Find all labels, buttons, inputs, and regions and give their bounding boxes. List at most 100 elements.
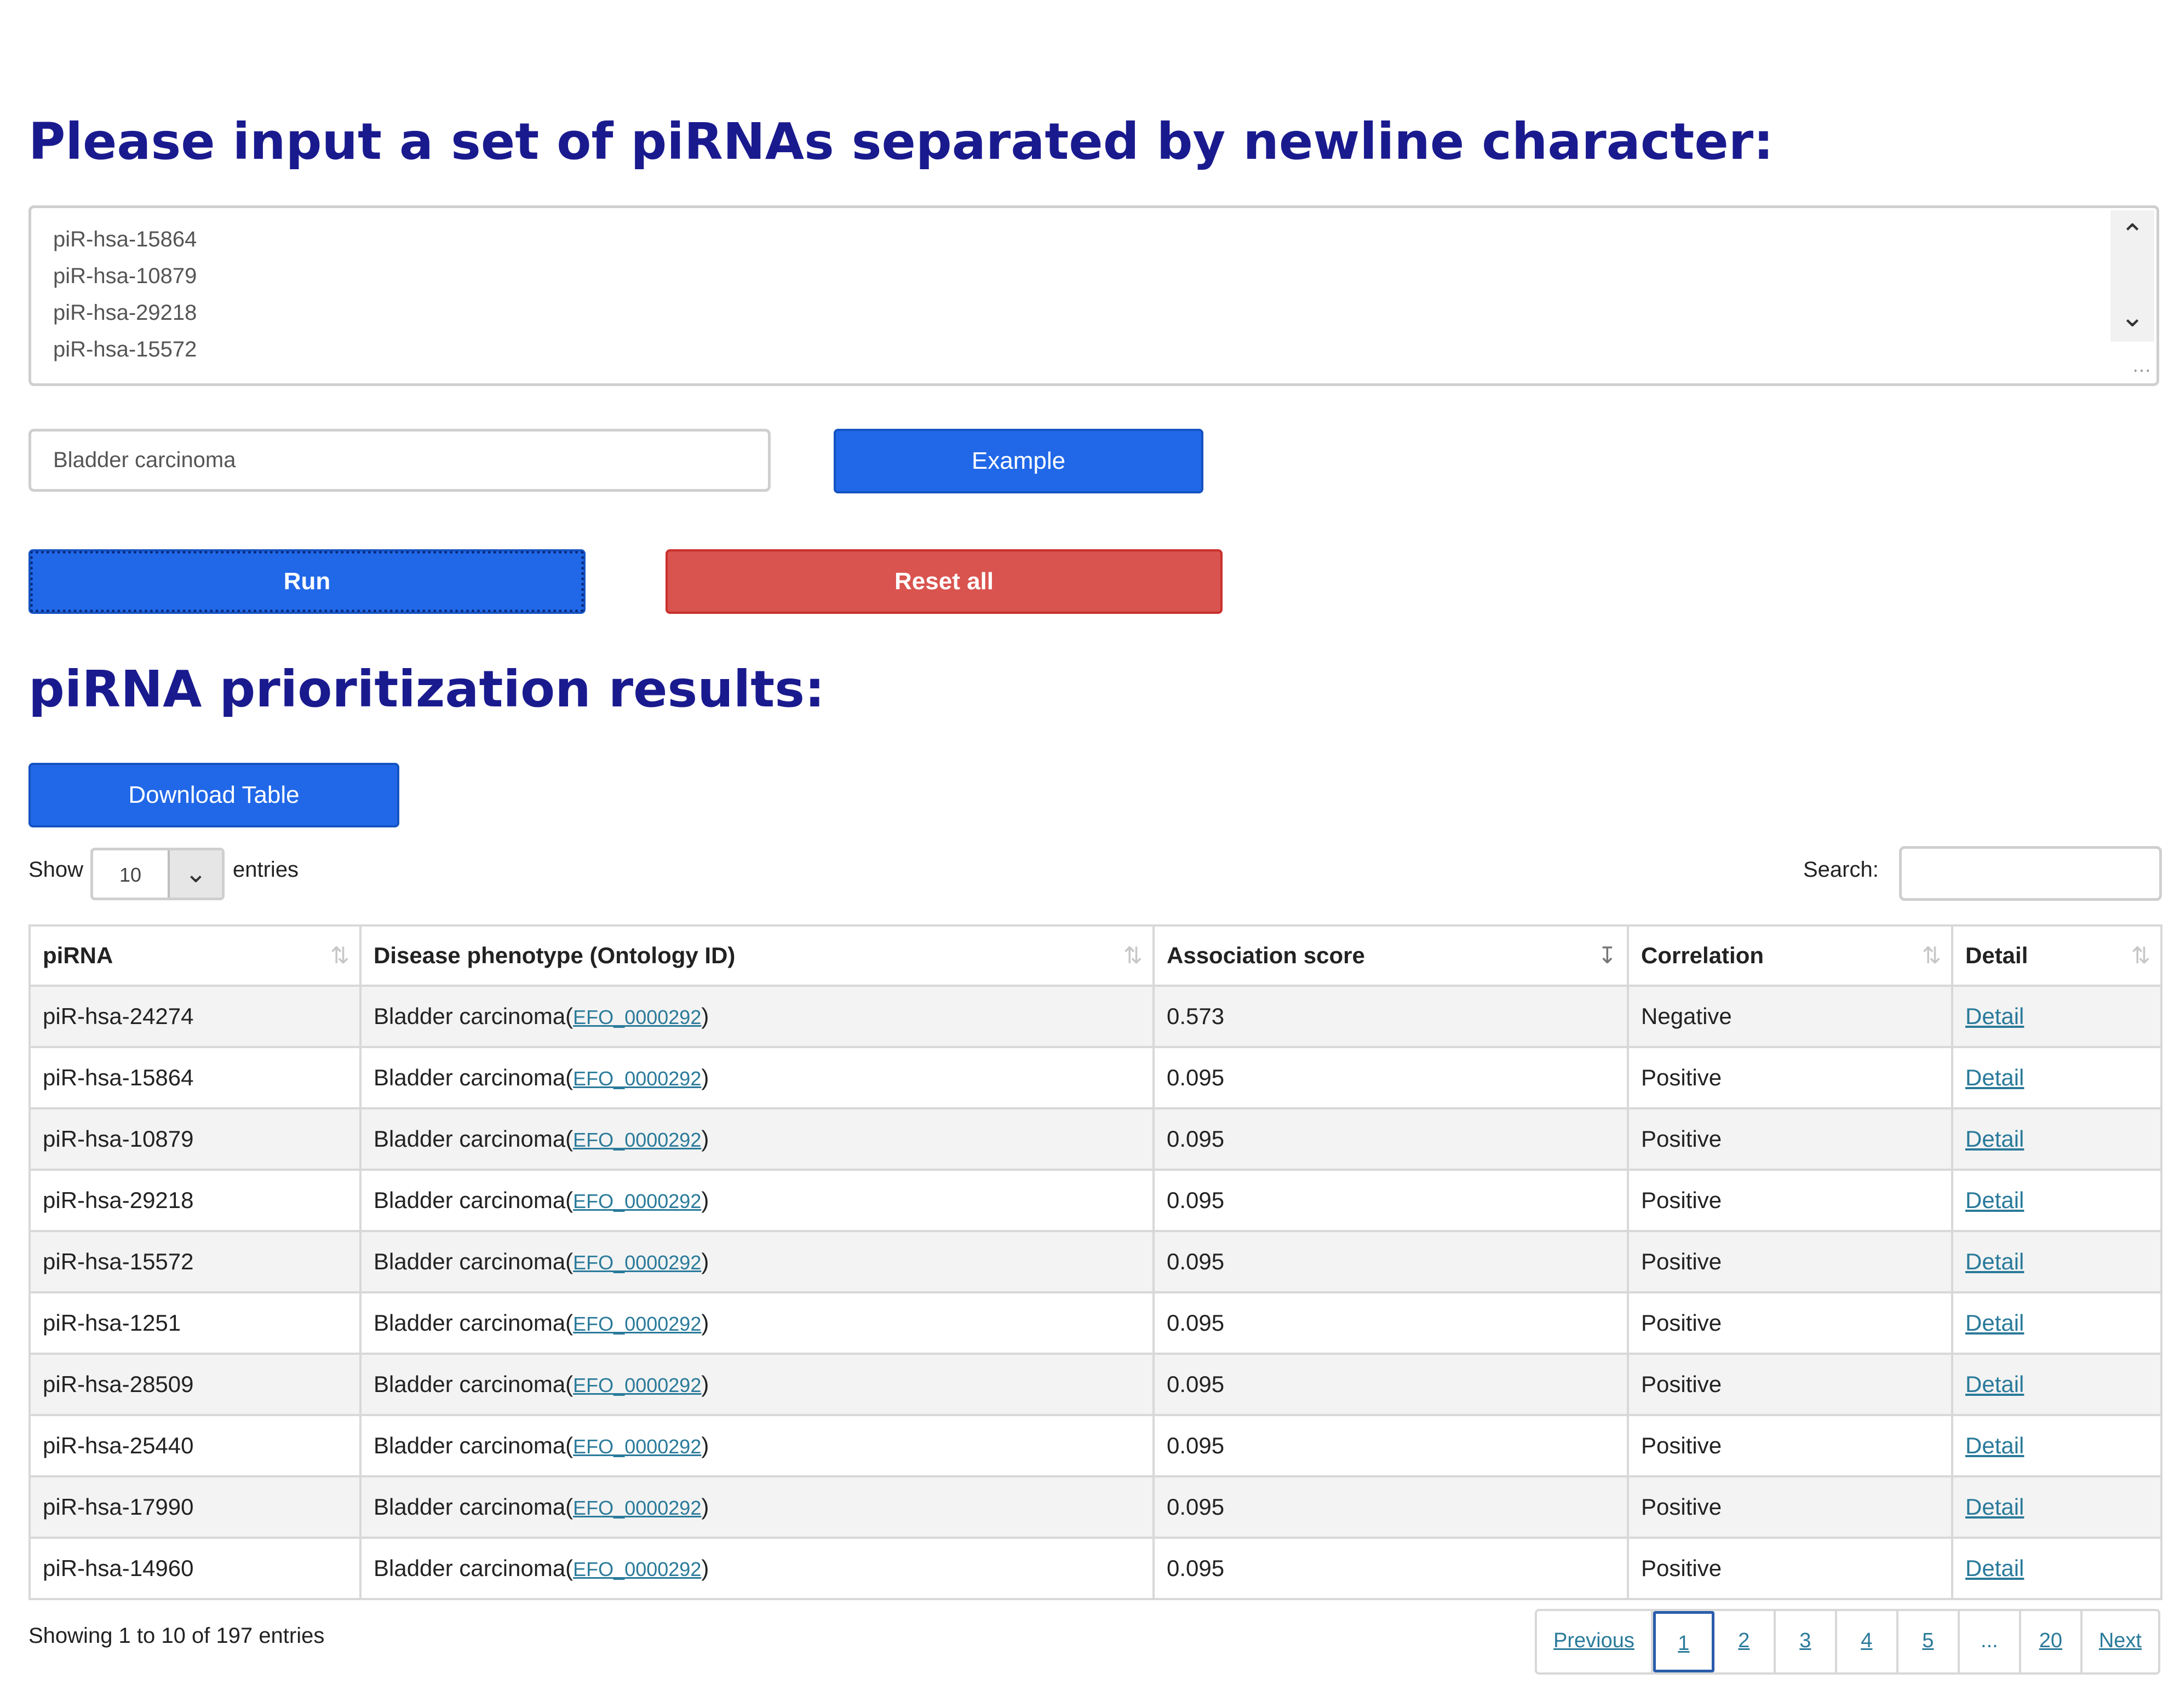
column-header-score[interactable]: Association score ↧ (1152, 924, 1629, 987)
disease-name: Bladder carcinoma (374, 1371, 566, 1397)
sort-icon: ⇅ (1921, 942, 1941, 968)
search-input[interactable] (1899, 846, 2162, 901)
ontology-id-link[interactable]: EFO_0000292 (573, 1006, 701, 1028)
table-row: piR-hsa-15572 Bladder carcinoma(EFO_0000… (28, 1230, 2162, 1293)
entries-length-select[interactable]: 10 ⌄ (90, 848, 225, 900)
example-button[interactable]: Example (834, 429, 1203, 493)
detail-link[interactable]: Detail (1965, 1249, 2024, 1274)
disease-name: Bladder carcinoma (374, 1187, 566, 1213)
detail-link[interactable]: Detail (1965, 1310, 2024, 1336)
sort-icon: ⇅ (1123, 942, 1143, 968)
score-cell: 0.095 (1152, 1414, 1629, 1477)
ontology-id-link[interactable]: EFO_0000292 (573, 1190, 701, 1212)
entries-label: entries (233, 858, 299, 882)
chevron-up-icon[interactable]: ⌃ (2110, 216, 2154, 254)
page-button-5[interactable]: 5 (1898, 1611, 1960, 1672)
detail-cell: Detail (1951, 1353, 2162, 1416)
reset-all-button[interactable]: Reset all (666, 549, 1223, 614)
detail-link[interactable]: Detail (1965, 1126, 2024, 1152)
detail-link[interactable]: Detail (1965, 1003, 2024, 1029)
detail-link[interactable]: Detail (1965, 1494, 2024, 1520)
table-header-row: piRNA ⇅ Disease phenotype (Ontology ID) ⇅ … (28, 924, 2162, 987)
entries-length-value: 10 (119, 864, 142, 886)
disease-name: Bladder carcinoma (374, 1310, 566, 1336)
textarea-scrollbar[interactable]: ⌃ ⌄ (2110, 210, 2154, 342)
detail-link[interactable]: Detail (1965, 1187, 2024, 1213)
correlation-cell: Positive (1627, 1046, 1953, 1109)
page-button-1[interactable]: 1 (1653, 1611, 1714, 1672)
detail-link[interactable]: Detail (1965, 1371, 2024, 1397)
column-header-label: Disease phenotype (Ontology ID) (374, 942, 736, 968)
disease-cell: Bladder carcinoma(EFO_0000292) (359, 1169, 1155, 1232)
table-info: Showing 1 to 10 of 197 entries (28, 1624, 325, 1648)
table-row: piR-hsa-17990 Bladder carcinoma(EFO_0000… (28, 1475, 2162, 1539)
ontology-id-link[interactable]: EFO_0000292 (573, 1067, 701, 1090)
input-heading: Please input a set of piRNAs separated b… (28, 112, 1774, 171)
next-page-button[interactable]: Next (2083, 1611, 2158, 1672)
correlation-cell: Positive (1627, 1107, 1953, 1171)
detail-link[interactable]: Detail (1965, 1433, 2024, 1458)
ontology-id-link[interactable]: EFO_0000292 (573, 1313, 701, 1335)
pagination-ellipsis: ... (1960, 1611, 2021, 1672)
detail-cell: Detail (1951, 1475, 2162, 1539)
detail-cell: Detail (1951, 1537, 2162, 1600)
ontology-id-link[interactable]: EFO_0000292 (573, 1129, 701, 1151)
textarea-content: piR-hsa-15864 piR-hsa-10879 piR-hsa-2921… (53, 221, 197, 368)
table-row: piR-hsa-1251 Bladder carcinoma(EFO_00002… (28, 1291, 2162, 1355)
correlation-cell: Positive (1627, 1537, 1953, 1600)
results-heading: piRNA prioritization results: (28, 660, 825, 718)
column-header-pirna[interactable]: piRNA ⇅ (28, 924, 362, 987)
table-row: piR-hsa-25440 Bladder carcinoma(EFO_0000… (28, 1414, 2162, 1477)
pirna-cell: piR-hsa-15864 (28, 1046, 362, 1109)
ontology-id-link[interactable]: EFO_0000292 (573, 1497, 701, 1519)
disease-name: Bladder carcinoma (374, 1003, 566, 1029)
disease-input[interactable]: Bladder carcinoma (28, 429, 771, 492)
disease-name: Bladder carcinoma (374, 1249, 566, 1274)
disease-name: Bladder carcinoma (374, 1126, 566, 1152)
resize-grip-icon[interactable]: ⋯ (2132, 361, 2151, 380)
correlation-cell: Positive (1627, 1230, 1953, 1293)
pirna-cell: piR-hsa-29218 (28, 1169, 362, 1232)
textarea-line: piR-hsa-15572 (53, 337, 197, 361)
column-header-correlation[interactable]: Correlation ⇅ (1627, 924, 1953, 987)
chevron-down-icon[interactable]: ⌄ (168, 850, 222, 898)
textarea-line: piR-hsa-10879 (53, 264, 197, 288)
disease-cell: Bladder carcinoma(EFO_0000292) (359, 1107, 1155, 1171)
column-header-detail[interactable]: Detail ⇅ (1951, 924, 2162, 987)
table-row: piR-hsa-28509 Bladder carcinoma(EFO_0000… (28, 1353, 2162, 1416)
column-header-label: Detail (1965, 942, 2028, 968)
show-label: Show (28, 858, 84, 882)
correlation-cell: Positive (1627, 1475, 1953, 1539)
score-cell: 0.095 (1152, 1107, 1629, 1171)
table-row: piR-hsa-14960 Bladder carcinoma(EFO_0000… (28, 1537, 2162, 1600)
pagination: Previous 1 2 3 4 5 ... 20 Next (1535, 1609, 2160, 1675)
page-button-4[interactable]: 4 (1837, 1611, 1898, 1672)
previous-page-button[interactable]: Previous (1537, 1611, 1653, 1672)
detail-link[interactable]: Detail (1965, 1065, 2024, 1090)
sort-desc-icon: ↧ (1597, 942, 1617, 968)
detail-cell: Detail (1951, 1291, 2162, 1355)
download-table-button[interactable]: Download Table (28, 763, 399, 827)
disease-cell: Bladder carcinoma(EFO_0000292) (359, 1353, 1155, 1416)
sort-icon: ⇅ (330, 942, 349, 968)
score-cell: 0.095 (1152, 1537, 1629, 1600)
ontology-id-link[interactable]: EFO_0000292 (573, 1374, 701, 1396)
page-button-3[interactable]: 3 (1776, 1611, 1837, 1672)
run-button[interactable]: Run (28, 549, 586, 614)
pirna-textarea[interactable]: piR-hsa-15864 piR-hsa-10879 piR-hsa-2921… (28, 205, 2159, 386)
ontology-id-link[interactable]: EFO_0000292 (573, 1435, 701, 1458)
detail-cell: Detail (1951, 985, 2162, 1048)
pirna-cell: piR-hsa-28509 (28, 1353, 362, 1416)
chevron-down-icon[interactable]: ⌄ (2110, 298, 2154, 336)
page-button-20[interactable]: 20 (2021, 1611, 2083, 1672)
detail-link[interactable]: Detail (1965, 1555, 2024, 1581)
disease-cell: Bladder carcinoma(EFO_0000292) (359, 985, 1155, 1048)
column-header-label: Correlation (1641, 942, 1764, 968)
disease-name: Bladder carcinoma (374, 1433, 566, 1458)
disease-cell: Bladder carcinoma(EFO_0000292) (359, 1414, 1155, 1477)
ontology-id-link[interactable]: EFO_0000292 (573, 1558, 701, 1580)
column-header-disease[interactable]: Disease phenotype (Ontology ID) ⇅ (359, 924, 1155, 987)
ontology-id-link[interactable]: EFO_0000292 (573, 1251, 701, 1274)
page-button-2[interactable]: 2 (1714, 1611, 1776, 1672)
disease-cell: Bladder carcinoma(EFO_0000292) (359, 1291, 1155, 1355)
